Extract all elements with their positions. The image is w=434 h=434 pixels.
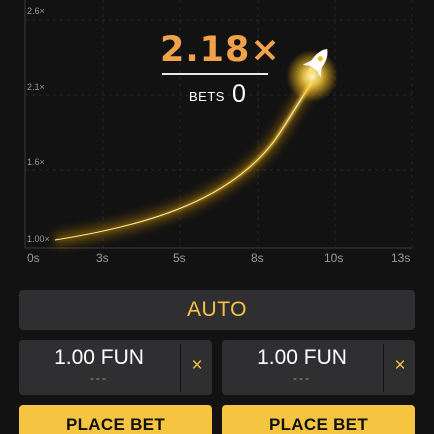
x-axis-label: 5s bbox=[173, 251, 186, 265]
x-axis-label: 8s bbox=[251, 251, 264, 265]
multiplier-divider bbox=[162, 73, 268, 75]
bet-amount-sub: --- bbox=[90, 371, 108, 385]
x-axis-label: 3s bbox=[96, 251, 109, 265]
auto-button[interactable]: AUTO bbox=[19, 290, 415, 330]
clear-bet-button[interactable]: × bbox=[187, 355, 207, 377]
bet-amount-panel: 1.00 FUN --- × bbox=[19, 340, 212, 395]
bets-label: BETS bbox=[189, 89, 225, 104]
clear-bet-button[interactable]: × bbox=[390, 355, 410, 377]
bet-amount-sub: --- bbox=[293, 371, 311, 385]
multiplier-graph: 2.6× 2.1× 1.6× 1.00× 0s 3s 5s 8s 10s 13s… bbox=[0, 0, 434, 272]
bet-amount-panel: 1.00 FUN --- × bbox=[222, 340, 415, 395]
bets-count: 0 bbox=[232, 80, 246, 108]
rocket-glow bbox=[286, 50, 338, 102]
bet-amount-value[interactable]: 1.00 FUN bbox=[19, 346, 179, 370]
x-axis-label: 13s bbox=[391, 251, 411, 265]
bet-panel-divider bbox=[383, 344, 384, 392]
bet-panel-divider bbox=[180, 344, 181, 392]
y-axis-label: 2.1× bbox=[27, 82, 45, 92]
y-axis-label: 1.6× bbox=[27, 157, 45, 167]
place-bet-button[interactable]: PLACE BET bbox=[222, 405, 415, 434]
y-axis-label: 2.6× bbox=[27, 6, 45, 16]
x-axis-label: 0s bbox=[27, 251, 40, 265]
y-axis-label: 1.00× bbox=[27, 234, 50, 244]
bets-counter: BETS 0 bbox=[175, 80, 265, 110]
crash-game: 2.6× 2.1× 1.6× 1.00× 0s 3s 5s 8s 10s 13s… bbox=[0, 0, 434, 434]
place-bet-button[interactable]: PLACE BET bbox=[19, 405, 212, 434]
bet-amount-value[interactable]: 1.00 FUN bbox=[222, 346, 382, 370]
current-multiplier: 2.18× bbox=[160, 30, 281, 70]
x-axis-label: 10s bbox=[324, 251, 344, 265]
